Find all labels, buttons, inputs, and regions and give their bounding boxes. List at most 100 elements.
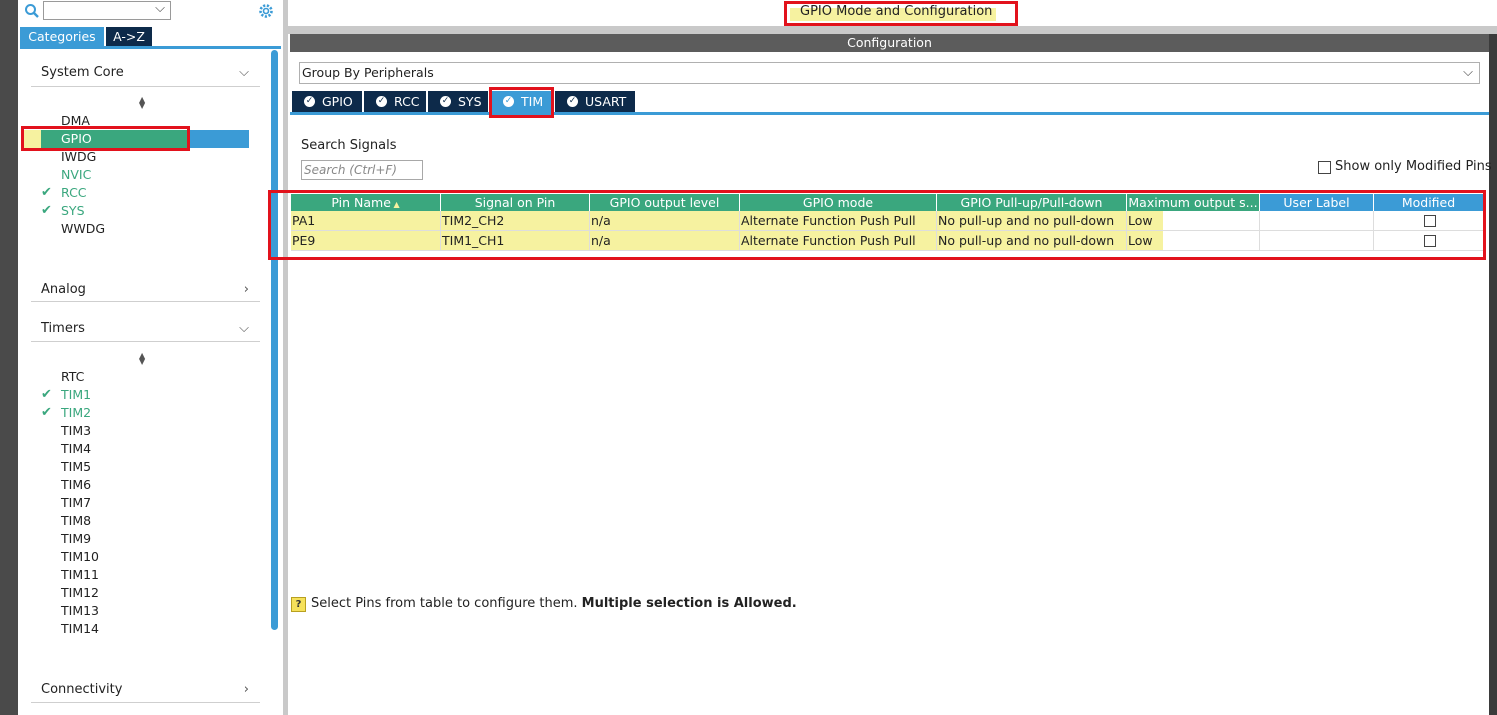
sidebar-item-tim13[interactable]: TIM13 (61, 602, 99, 620)
group-by-select[interactable]: Group By Peripherals ⌵ (299, 62, 1480, 84)
show-modified-checkbox[interactable] (1318, 161, 1331, 174)
sidebar-item-tim4[interactable]: TIM4 (61, 440, 91, 458)
tab-categories[interactable]: Categories (20, 27, 104, 46)
configuration-header: Configuration (290, 34, 1489, 52)
search-signals-input[interactable]: Search (Ctrl+F) (301, 160, 423, 180)
tab-underline (20, 46, 281, 49)
tab-underline (290, 112, 1489, 115)
cell-signal: TIM1_CH1 (441, 231, 590, 251)
sidebar-item-nvic[interactable]: NVIC (61, 166, 91, 184)
category-timers[interactable]: Timers ⌵ (41, 318, 261, 340)
sidebar-item-dma[interactable]: DMA (61, 112, 90, 130)
sidebar-item-iwdg[interactable]: IWDG (61, 148, 96, 166)
table-row[interactable]: PE9 TIM1_CH1 n/a Alternate Function Push… (291, 231, 1484, 251)
gear-icon[interactable] (257, 2, 275, 20)
check-circle-icon: ✓ (503, 96, 514, 107)
tab-tim[interactable]: ✓ TIM (491, 91, 552, 112)
sidebar-item-tim11[interactable]: TIM11 (61, 566, 99, 584)
sort-arrows-icon[interactable]: ▲ ▼ (139, 352, 145, 366)
category-title: Connectivity (41, 682, 123, 697)
check-circle-icon: ✓ (304, 96, 315, 107)
column-header-max-output[interactable]: Maximum output s... (1127, 194, 1260, 211)
sidebar-item-gpio[interactable]: GPIO (61, 130, 92, 148)
cell-user-label[interactable] (1260, 231, 1374, 251)
tab-label: SYS (458, 94, 482, 109)
sidebar-scrollbar[interactable] (271, 50, 278, 630)
categories-panel (18, 0, 283, 715)
check-icon: ✔ (41, 387, 52, 402)
category-title: Analog (41, 282, 86, 297)
header-separator (288, 26, 1497, 34)
column-header-gpio-mode[interactable]: GPIO mode (740, 194, 937, 211)
check-icon: ✔ (41, 203, 52, 218)
sidebar-item-tim2[interactable]: TIM2 (61, 404, 91, 422)
cell-gpio-mode: Alternate Function Push Pull (740, 231, 937, 251)
sidebar-item-rcc[interactable]: RCC (61, 184, 87, 202)
search-icon[interactable] (24, 3, 40, 19)
check-icon: ✔ (41, 405, 52, 420)
sidebar-item-tim14[interactable]: TIM14 (61, 620, 99, 638)
sidebar-item-tim5[interactable]: TIM5 (61, 458, 91, 476)
divider (31, 702, 260, 703)
right-edge-strip (1489, 34, 1497, 715)
column-header-modified[interactable]: Modified (1374, 194, 1484, 211)
tab-gpio[interactable]: ✓ GPIO (292, 91, 362, 112)
category-system-core[interactable]: System Core ⌵ (41, 62, 261, 84)
left-edge-strip (0, 0, 18, 715)
sort-arrows-icon[interactable]: ▲ ▼ (139, 96, 145, 110)
column-header-signal[interactable]: Signal on Pin (441, 194, 590, 211)
sidebar-item-tim1[interactable]: TIM1 (61, 386, 91, 404)
column-header-output-level[interactable]: GPIO output level (590, 194, 740, 211)
modified-checkbox[interactable] (1424, 235, 1436, 247)
help-icon: ? (291, 597, 306, 612)
cell-pull: No pull-up and no pull-down (937, 211, 1127, 231)
category-connectivity[interactable]: Connectivity › (41, 679, 261, 701)
sidebar-item-wwdg[interactable]: WWDG (61, 220, 105, 238)
page-title: GPIO Mode and Configuration (800, 4, 993, 19)
chevron-right-icon: › (243, 682, 249, 697)
sidebar-item-tim3[interactable]: TIM3 (61, 422, 91, 440)
tab-usart[interactable]: ✓ USART (555, 91, 635, 112)
divider (31, 86, 260, 87)
category-search-combo[interactable]: ⌵ (43, 1, 171, 20)
divider (31, 301, 260, 302)
chevron-right-icon: › (243, 282, 249, 297)
tab-label: TIM (521, 94, 544, 109)
sidebar-item-tim8[interactable]: TIM8 (61, 512, 91, 530)
tab-sys[interactable]: ✓ SYS (428, 91, 488, 112)
sidebar-item-sys[interactable]: SYS (61, 202, 85, 220)
column-header-pin-name[interactable]: Pin Name ▲ (291, 194, 441, 211)
tab-a-z[interactable]: A->Z (106, 27, 152, 46)
table-row[interactable]: PA1 TIM2_CH2 n/a Alternate Function Push… (291, 211, 1484, 231)
chevron-down-icon: ⌵ (239, 321, 249, 336)
table-header: Pin Name ▲ Signal on Pin GPIO output lev… (291, 194, 1484, 211)
tab-label: GPIO (322, 94, 353, 109)
divider (31, 341, 260, 342)
cell-pin-name: PE9 (291, 231, 441, 251)
sidebar-item-rtc[interactable]: RTC (61, 368, 84, 386)
chevron-down-icon: ⌵ (155, 1, 165, 16)
sidebar-item-tim7[interactable]: TIM7 (61, 494, 91, 512)
search-signals-label: Search Signals (301, 138, 397, 153)
modified-checkbox[interactable] (1424, 215, 1436, 227)
sidebar-item-tim9[interactable]: TIM9 (61, 530, 91, 548)
sidebar-item-tim10[interactable]: TIM10 (61, 548, 99, 566)
check-icon: ✔ (41, 185, 52, 200)
tab-label: USART (585, 94, 627, 109)
column-header-user-label[interactable]: User Label (1260, 194, 1374, 211)
cell-user-label[interactable] (1260, 211, 1374, 231)
sidebar-item-tim12[interactable]: TIM12 (61, 584, 99, 602)
cell-max-output: Low (1127, 231, 1260, 251)
cell-max-output: Low (1127, 211, 1260, 231)
category-analog[interactable]: Analog › (41, 279, 261, 301)
sidebar-item-tim6[interactable]: TIM6 (61, 476, 91, 494)
show-modified-label: Show only Modified Pins (1335, 159, 1492, 174)
category-title: System Core (41, 65, 124, 80)
tab-label: RCC (394, 94, 420, 109)
sort-icon: ▲ (390, 200, 400, 209)
annotation-highlight (22, 130, 41, 148)
column-header-pull[interactable]: GPIO Pull-up/Pull-down (937, 194, 1127, 211)
chevron-down-icon: ⌵ (1463, 65, 1473, 80)
cell-signal: TIM2_CH2 (441, 211, 590, 231)
tab-rcc[interactable]: ✓ RCC (364, 91, 426, 112)
